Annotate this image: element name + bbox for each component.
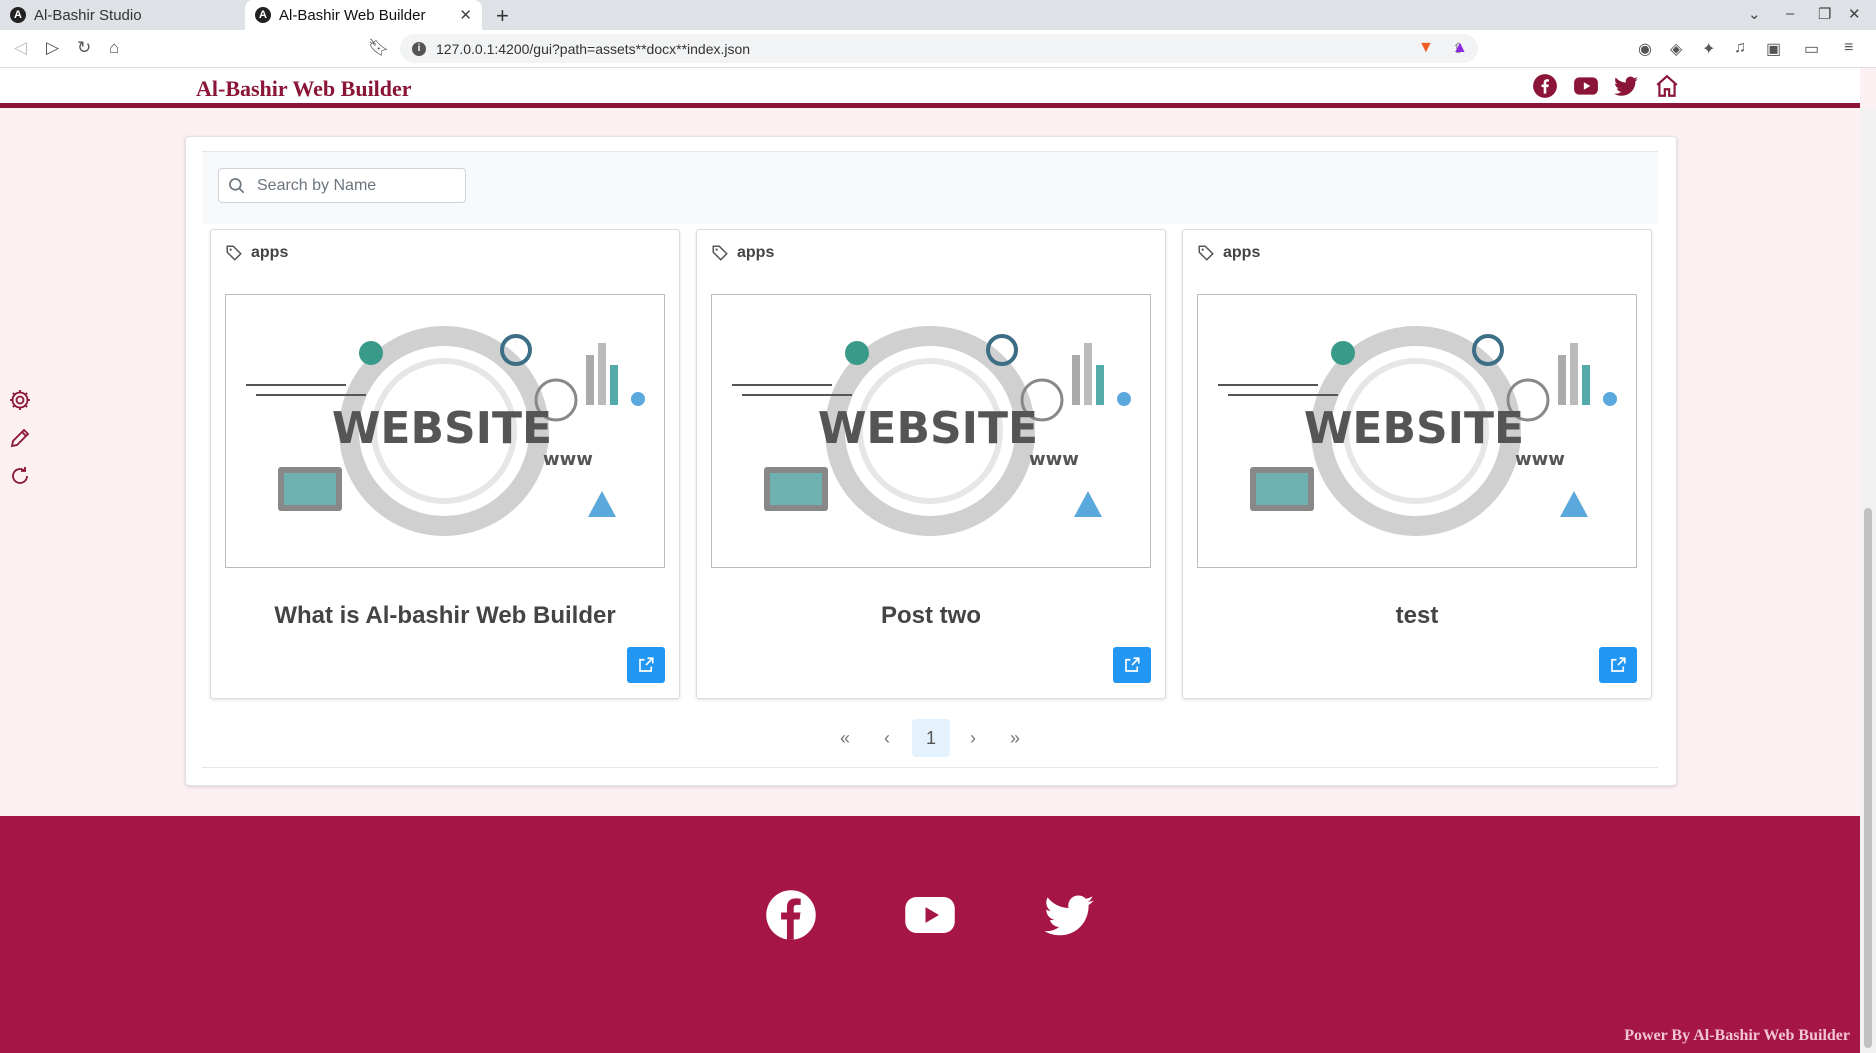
tag-icon <box>226 245 242 261</box>
prev-page-button[interactable]: ‹ <box>868 719 906 757</box>
tab-title: Al-Bashir Studio <box>34 6 142 24</box>
close-tab-icon[interactable]: ✕ <box>459 6 472 24</box>
forward-icon[interactable]: ▷ <box>46 38 59 58</box>
facebook-icon[interactable] <box>1532 73 1558 99</box>
post-card: apps WEBSITE www Post two <box>696 229 1166 699</box>
post-thumbnail: WEBSITE www <box>711 294 1151 568</box>
extension-icon[interactable]: ◈ <box>1670 39 1682 59</box>
image-sub: www <box>1515 449 1565 470</box>
youtube-icon[interactable] <box>903 888 957 942</box>
pencil-icon[interactable] <box>8 426 32 450</box>
extension-icon[interactable]: ◉ <box>1638 39 1652 59</box>
post-tag: apps <box>225 244 288 262</box>
external-link-icon <box>639 657 654 672</box>
back-icon[interactable]: ◁ <box>14 38 27 58</box>
search-field[interactable] <box>218 168 466 203</box>
bookmark-icon[interactable]: 🔖︎ <box>368 38 390 58</box>
refresh-icon[interactable] <box>8 464 32 488</box>
powered-by-text: Power By Al-Bashir Web Builder <box>1624 1027 1850 1044</box>
website-illustration-image: WEBSITE www <box>732 326 1131 536</box>
post-tag: apps <box>711 244 774 262</box>
brave-rewards-icon[interactable]: ▲ <box>1452 39 1468 57</box>
home-icon[interactable]: ⌂ <box>109 38 119 58</box>
image-word: WEBSITE <box>818 403 1038 454</box>
address-bar[interactable]: i 127.0.0.1:4200/gui?path=assets**docx**… <box>400 34 1478 63</box>
browser-toolbar: ◁ ▷ ↻ ⌂ 🔖︎ i 127.0.0.1:4200/gui?path=ass… <box>0 30 1876 68</box>
external-link-icon <box>1611 657 1626 672</box>
image-sub: www <box>1029 449 1079 470</box>
tag-icon <box>712 245 728 261</box>
facebook-icon[interactable] <box>764 888 818 942</box>
post-tag: apps <box>1197 244 1260 262</box>
divider <box>202 767 1658 768</box>
post-card: apps WEBSITE www What is Al-bashir Web B… <box>210 229 680 699</box>
last-page-button[interactable]: » <box>996 719 1034 757</box>
image-word: WEBSITE <box>1304 403 1524 454</box>
search-input[interactable] <box>255 175 459 196</box>
angular-favicon-icon: A <box>10 7 26 23</box>
open-post-button[interactable] <box>627 647 665 683</box>
brand-title[interactable]: Al-Bashir Web Builder <box>196 76 412 102</box>
app-header: Al-Bashir Web Builder <box>0 68 1860 108</box>
close-window-icon[interactable]: ✕ <box>1848 5 1861 23</box>
url-text: 127.0.0.1:4200/gui?path=assets**docx**in… <box>436 40 751 57</box>
tag-label: apps <box>251 244 289 261</box>
pagination: « ‹ 1 › » <box>186 719 1676 759</box>
post-thumbnail: WEBSITE www <box>1197 294 1637 568</box>
minimize-icon[interactable]: – <box>1786 5 1794 22</box>
post-title[interactable]: Post two <box>697 602 1165 630</box>
posts-panel: apps WEBSITE www What is Al-bashir Web B… <box>185 136 1677 786</box>
website-illustration-image: WEBSITE www <box>246 326 645 536</box>
site-info-icon[interactable]: i <box>412 41 426 56</box>
music-icon[interactable]: ♫ <box>1734 39 1746 57</box>
gear-icon[interactable] <box>8 388 32 412</box>
page-1-button[interactable]: 1 <box>912 719 950 757</box>
home-icon[interactable] <box>1654 73 1680 99</box>
tag-label: apps <box>1223 244 1261 261</box>
post-thumbnail: WEBSITE www <box>225 294 665 568</box>
tag-icon <box>1198 245 1214 261</box>
search-icon <box>229 177 245 193</box>
tab-list-chevron-icon[interactable]: ⌄ <box>1748 5 1761 23</box>
youtube-icon[interactable] <box>1573 73 1599 99</box>
new-tab-button[interactable]: + <box>496 3 509 29</box>
image-word: WEBSITE <box>332 403 552 454</box>
browser-tab-studio[interactable]: A Al-Bashir Studio <box>0 0 238 30</box>
browser-tab-bar: A Al-Bashir Studio A Al-Bashir Web Build… <box>0 0 1876 30</box>
angular-favicon-icon: A <box>255 7 271 23</box>
image-sub: www <box>543 449 593 470</box>
page-scrollbar[interactable] <box>1860 108 1876 1053</box>
post-title[interactable]: What is Al-bashir Web Builder <box>211 602 679 630</box>
restore-icon[interactable]: ❐ <box>1818 5 1831 23</box>
first-page-button[interactable]: « <box>826 719 864 757</box>
site-footer: Power By Al-Bashir Web Builder <box>0 816 1860 1053</box>
open-post-button[interactable] <box>1599 647 1637 683</box>
wallet-icon[interactable]: ▭ <box>1804 39 1819 59</box>
next-page-button[interactable]: › <box>954 719 992 757</box>
twitter-icon[interactable] <box>1613 73 1639 99</box>
website-illustration-image: WEBSITE www <box>1218 326 1617 536</box>
puzzle-icon[interactable]: ✦ <box>1702 39 1715 59</box>
sidebar-icon[interactable]: ▣ <box>1766 39 1781 59</box>
browser-tab-builder[interactable]: A Al-Bashir Web Builder ✕ <box>245 0 482 30</box>
brave-shield-icon[interactable]: ▼ <box>1418 39 1434 57</box>
post-card: apps WEBSITE www test <box>1182 229 1652 699</box>
tag-label: apps <box>737 244 775 261</box>
open-post-button[interactable] <box>1113 647 1151 683</box>
post-title[interactable]: test <box>1183 602 1651 630</box>
scrollbar-thumb[interactable] <box>1864 508 1872 1048</box>
tab-title: Al-Bashir Web Builder <box>279 6 426 24</box>
twitter-icon[interactable] <box>1042 888 1096 942</box>
external-link-icon <box>1125 657 1140 672</box>
menu-icon[interactable]: ≡ <box>1844 39 1853 57</box>
reload-icon[interactable]: ↻ <box>77 38 91 58</box>
